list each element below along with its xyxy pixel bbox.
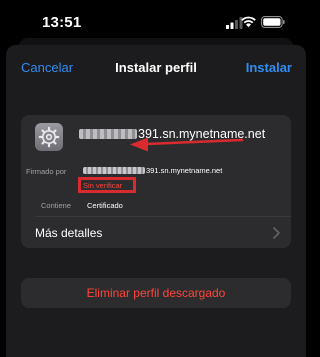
navigation-bar: Cancelar Instalar perfil Instalar [6, 45, 306, 89]
signed-by-value: 391.sn.mynetname.net [146, 166, 223, 175]
delete-profile-button[interactable]: Eliminar perfil descargado [21, 278, 291, 308]
verification-status: Sin verificar [83, 181, 123, 190]
chevron-right-icon [273, 227, 280, 239]
status-bar: 13:51 [0, 0, 312, 40]
settings-app-icon [35, 123, 63, 151]
install-profile-screen: 13:51 Cancelar Instalar perfil Instalar [0, 0, 312, 357]
more-details-label: Más detalles [35, 226, 103, 240]
delete-profile-label: Eliminar perfil descargado [86, 286, 226, 300]
red-arrow-annotation [130, 137, 244, 152]
gear-icon [38, 126, 60, 148]
signed-by-label: Firmado por [26, 167, 67, 176]
battery-icon [261, 16, 285, 28]
install-profile-sheet: Cancelar Instalar perfil Instalar 391.sn… [6, 45, 306, 357]
more-details-row[interactable]: Más detalles [21, 217, 291, 248]
install-button[interactable]: Instalar [246, 60, 292, 75]
contains-value: Certificado [87, 201, 123, 210]
contains-label: Contiene [41, 201, 72, 210]
status-time: 13:51 [42, 14, 82, 31]
wifi-icon [241, 16, 256, 28]
redacted-signer-prefix [83, 167, 145, 174]
